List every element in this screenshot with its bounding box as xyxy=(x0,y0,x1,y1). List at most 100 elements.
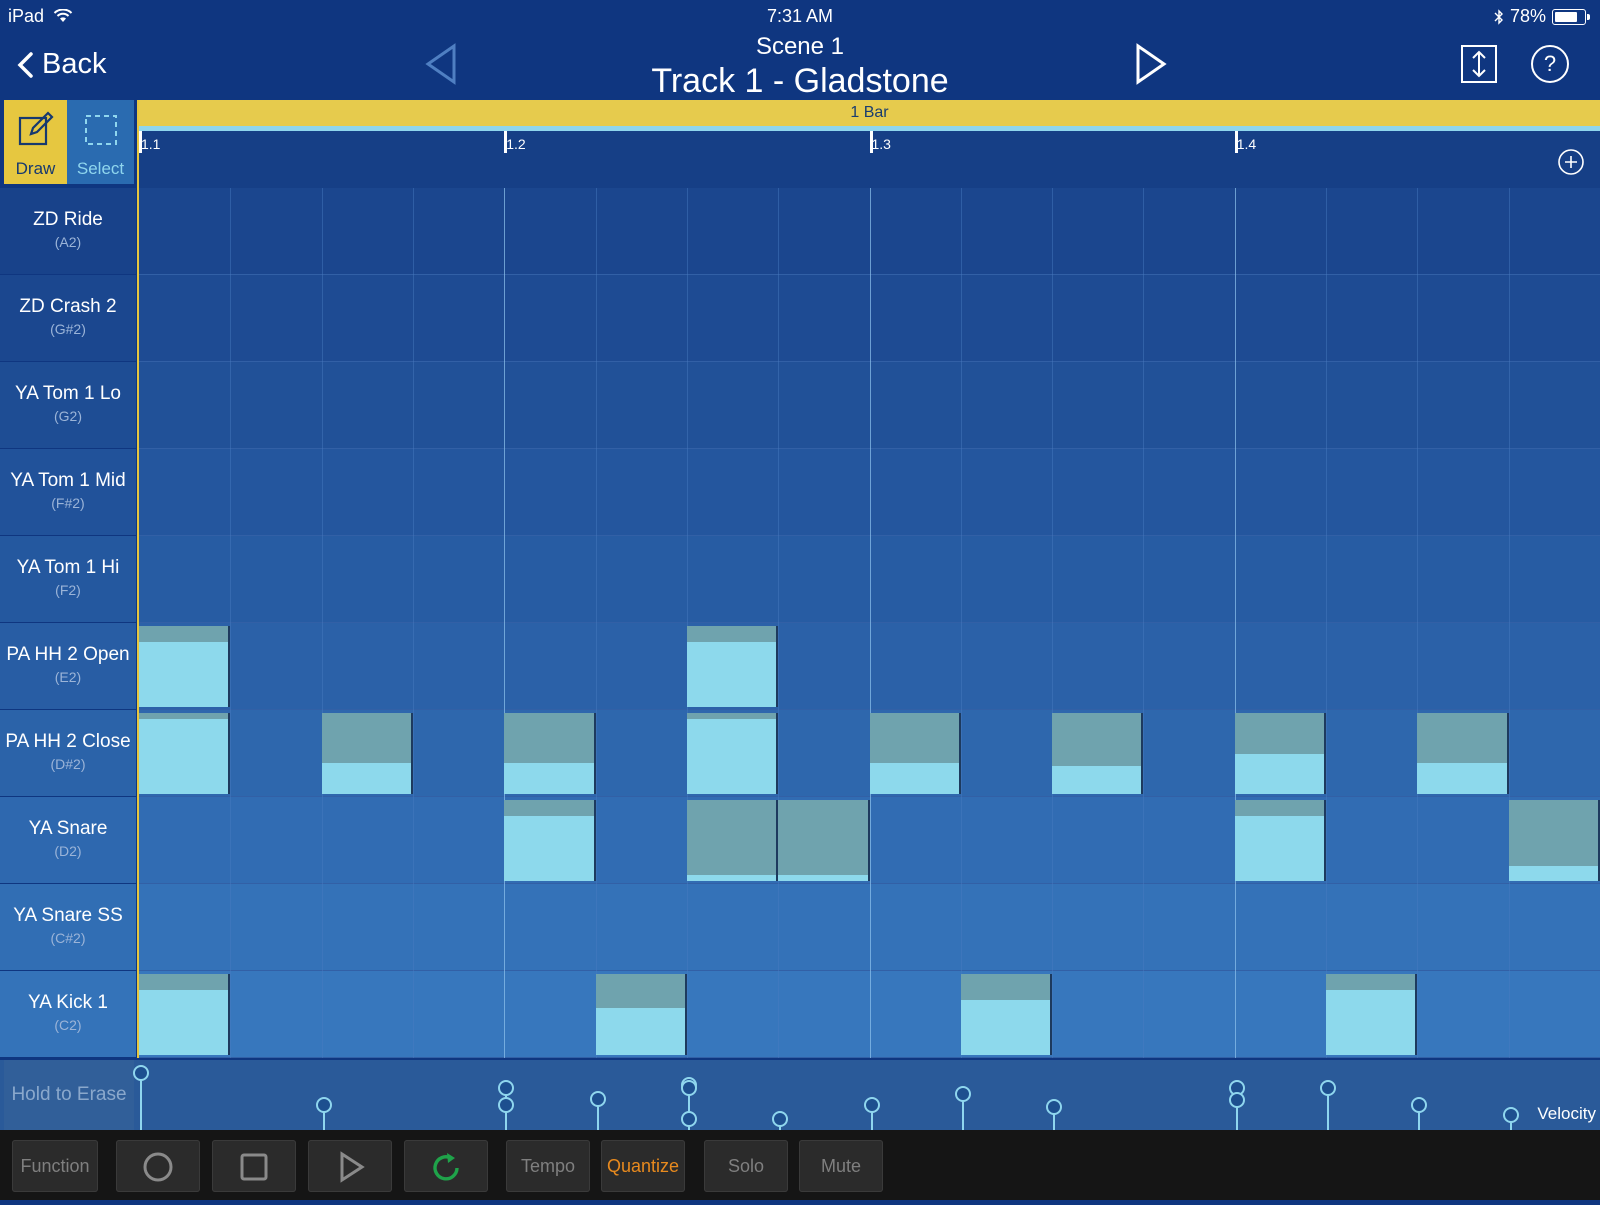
note-block[interactable] xyxy=(686,800,779,881)
note-velocity-fill xyxy=(1234,816,1325,881)
instrument-note: (G#2) xyxy=(50,321,86,337)
note-velocity-fill xyxy=(504,816,594,881)
note-block[interactable] xyxy=(960,974,1053,1055)
instrument-lane-label[interactable]: YA Tom 1 Hi (F2) xyxy=(0,536,136,622)
instrument-lane-label[interactable]: YA Snare (D2) xyxy=(0,797,136,883)
note-velocity-fill xyxy=(595,1008,685,1055)
velocity-handle[interactable] xyxy=(1046,1099,1063,1116)
instrument-lane-label[interactable]: ZD Ride (A2) xyxy=(0,188,136,274)
note-block[interactable] xyxy=(869,713,961,794)
beat-ruler[interactable]: 1.1 1.2 1.3 1.4 xyxy=(139,131,1600,188)
quantize-button[interactable]: Quantize xyxy=(601,1140,685,1192)
beat-line xyxy=(1234,188,1236,1058)
battery-icon xyxy=(1552,8,1590,25)
note-block[interactable] xyxy=(686,626,779,707)
lane-height-button[interactable] xyxy=(1460,44,1498,89)
note-velocity-fill xyxy=(686,719,777,794)
step-line xyxy=(1143,188,1145,1058)
instrument-lane-label[interactable]: PA HH 2 Close (D#2) xyxy=(0,710,136,796)
velocity-editor[interactable] xyxy=(133,1060,1600,1130)
scene-title: Scene 1 xyxy=(755,33,845,60)
instrument-name: YA Snare SS xyxy=(13,905,123,926)
step-line xyxy=(686,188,688,1058)
instrument-lane-label[interactable]: PA HH 2 Open (E2) xyxy=(0,623,136,709)
instrument-lane-label[interactable]: YA Tom 1 Lo (G2) xyxy=(0,362,136,448)
loop-arrow-icon xyxy=(433,1153,459,1181)
velocity-handle[interactable] xyxy=(772,1111,789,1128)
step-line xyxy=(1326,188,1328,1058)
note-velocity-fill xyxy=(1234,753,1325,794)
transport-bar: Function Tempo Quantize Solo Mute xyxy=(0,1130,1600,1200)
instrument-note: (F#2) xyxy=(51,495,85,511)
stop-button[interactable] xyxy=(212,1140,296,1192)
note-block[interactable] xyxy=(139,974,231,1055)
velocity-handle[interactable] xyxy=(133,1065,149,1081)
instrument-name: ZD Ride xyxy=(33,209,103,230)
ruler-beat-label: 1.2 xyxy=(506,136,526,152)
instrument-lane-label[interactable]: YA Tom 1 Mid (F#2) xyxy=(0,449,136,535)
select-tool-button[interactable]: Select xyxy=(69,100,132,184)
instrument-note: (C2) xyxy=(54,1017,82,1033)
velocity-handle[interactable] xyxy=(1411,1096,1428,1113)
expand-vertical-icon xyxy=(1461,45,1497,83)
instrument-lane-label[interactable]: YA Snare SS (C#2) xyxy=(0,884,136,970)
velocity-handle[interactable] xyxy=(498,1080,515,1096)
note-block[interactable] xyxy=(778,800,870,881)
battery-status: 78% xyxy=(1494,6,1590,27)
note-velocity-fill xyxy=(1508,866,1598,881)
note-block[interactable] xyxy=(504,800,596,881)
note-velocity-fill xyxy=(960,999,1051,1055)
velocity-handle[interactable] xyxy=(954,1086,971,1102)
velocity-handle[interactable] xyxy=(680,1080,697,1096)
tempo-button[interactable]: Tempo xyxy=(506,1140,590,1192)
velocity-lane: Hold to Erase Velocity xyxy=(0,1060,1600,1130)
play-button[interactable] xyxy=(308,1140,392,1192)
function-button[interactable]: Function xyxy=(12,1140,98,1192)
playhead[interactable] xyxy=(137,100,139,1058)
instrument-lane-label[interactable]: YA Kick 1 (C2) xyxy=(0,971,136,1057)
solo-button[interactable]: Solo xyxy=(704,1140,788,1192)
note-block[interactable] xyxy=(595,974,687,1055)
instrument-name: PA HH 2 Open xyxy=(6,644,130,665)
velocity-handle[interactable] xyxy=(498,1096,515,1113)
loop-button[interactable] xyxy=(404,1140,488,1192)
note-block[interactable] xyxy=(686,713,779,794)
velocity-handle[interactable] xyxy=(680,1111,697,1128)
track-title: Track 1 - Gladstone xyxy=(651,62,949,100)
stop-square-icon xyxy=(240,1153,268,1181)
mute-button[interactable]: Mute xyxy=(799,1140,883,1192)
note-block[interactable] xyxy=(1508,800,1600,881)
add-bar-button[interactable] xyxy=(1557,148,1585,181)
step-line xyxy=(412,188,414,1058)
beat-line xyxy=(504,188,506,1058)
instrument-lane-label[interactable]: ZD Crash 2 (G#2) xyxy=(0,275,136,361)
note-velocity-fill xyxy=(778,874,868,881)
note-block[interactable] xyxy=(504,713,596,794)
hold-to-erase-button[interactable]: Hold to Erase xyxy=(4,1060,134,1130)
velocity-handle[interactable] xyxy=(1320,1080,1337,1096)
bar-length-strip[interactable]: 1 Bar xyxy=(139,100,1600,126)
battery-percent: 78% xyxy=(1509,6,1546,26)
velocity-handle[interactable] xyxy=(1502,1107,1519,1123)
note-block[interactable] xyxy=(1234,800,1327,881)
note-block[interactable] xyxy=(1234,713,1327,794)
velocity-handle[interactable] xyxy=(1228,1092,1245,1108)
draw-tool-button[interactable]: Draw xyxy=(4,100,67,184)
note-block[interactable] xyxy=(1052,713,1144,794)
next-track-button[interactable] xyxy=(1134,42,1168,91)
velocity-label: Velocity xyxy=(1537,1104,1596,1123)
piano-roll-grid[interactable] xyxy=(139,188,1600,1058)
velocity-handle[interactable] xyxy=(315,1096,332,1113)
note-block[interactable] xyxy=(321,713,413,794)
instrument-note: (A2) xyxy=(54,234,82,250)
velocity-handle[interactable] xyxy=(589,1090,606,1107)
note-block[interactable] xyxy=(1417,713,1509,794)
step-line xyxy=(321,188,323,1058)
note-block[interactable] xyxy=(139,713,231,794)
note-block[interactable] xyxy=(1326,974,1418,1055)
help-button[interactable]: ? xyxy=(1530,44,1570,89)
note-block[interactable] xyxy=(139,626,231,707)
velocity-handle[interactable] xyxy=(863,1096,880,1113)
note-velocity-fill xyxy=(139,719,229,794)
record-button[interactable] xyxy=(116,1140,200,1192)
